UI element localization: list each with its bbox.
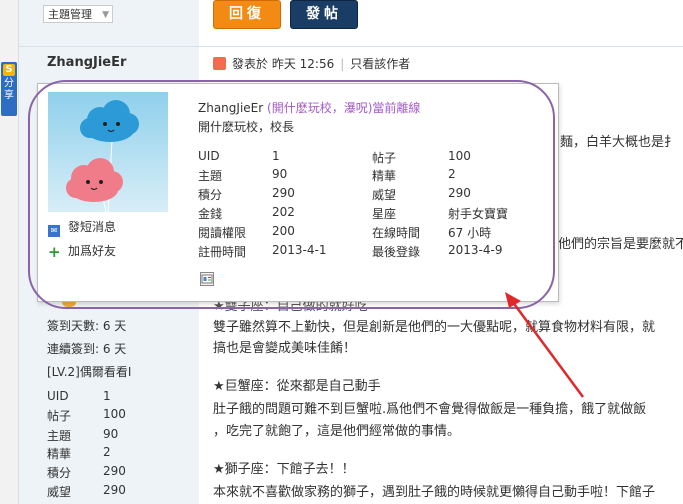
new-post-button[interactable]: 發帖 — [290, 0, 358, 29]
share-tab-label: 分享 — [4, 78, 14, 101]
stat-value: 2 — [103, 445, 111, 459]
stat-label: 主題 — [47, 429, 72, 443]
divider — [19, 46, 683, 47]
post-line: 雙子雖然算不上勤快，但是創新是他們的一大優點呢，就算食物材料有限，就 — [213, 320, 656, 335]
only-author-link[interactable]: 只看該作者 — [350, 57, 410, 71]
thread-manage-dropdown[interactable]: 主題管理 ▼ — [43, 5, 113, 23]
user-icon — [213, 57, 226, 70]
separator: | — [340, 57, 345, 71]
stat-label: 積分 — [47, 466, 72, 480]
post-line: ，吃完了就飽了，這是他們經常做的事情。 — [213, 424, 461, 439]
stat-value: 290 — [103, 464, 126, 478]
stat-label: UID — [47, 389, 69, 403]
user-level: [LV.2]偶爾看看I — [47, 365, 132, 379]
stat-value: 290 — [103, 483, 126, 497]
post-line: 本來就不喜歡做家務的獅子，遇到肚子餓的時候就更懶得自己動手啦！下館子 — [213, 485, 656, 500]
post-header: 發表於 昨天 12:56 | 只看該作者 — [213, 55, 410, 72]
stat-label: 威望 — [47, 485, 72, 499]
stat-value: 90 — [103, 427, 119, 441]
post-line: 肚子餓的問題可難不到巨蟹啦.爲他們不會覺得做飯是一種負擔，餓了就做飯 — [213, 402, 647, 417]
checkin-streak: 連續簽到: 6 天 — [47, 342, 127, 356]
checkin-days: 簽到天數: 6 天 — [47, 319, 127, 333]
stat-value: 1 — [103, 389, 111, 403]
post-time: 發表於 昨天 12:56 — [232, 57, 335, 71]
share-logo-icon: S — [3, 64, 15, 76]
stat-label: 精華 — [47, 447, 72, 461]
reply-button[interactable]: 回復 — [213, 0, 281, 29]
stat-label: 帖子 — [47, 409, 72, 423]
annotation-ring — [28, 80, 555, 309]
stat-value: 100 — [103, 407, 126, 421]
post-heading: ★獅子座：下館子去！！ — [213, 462, 355, 477]
post-heading: ★巨蟹座：從來都是自己動手 — [213, 379, 381, 394]
post-text-fragment: 他們的宗旨是要麼就不 — [558, 237, 683, 252]
author-name[interactable]: ZhangJieEr — [47, 55, 126, 70]
thread-manage-label: 主題管理 — [48, 8, 92, 21]
chevron-down-icon: ▼ — [102, 10, 109, 20]
share-tab[interactable]: S 分享 — [1, 62, 17, 116]
post-line: 搞也是會變成美味佳餚！ — [213, 341, 357, 356]
post-text-fragment: 麵，白羊大概也是扌 — [560, 135, 678, 150]
